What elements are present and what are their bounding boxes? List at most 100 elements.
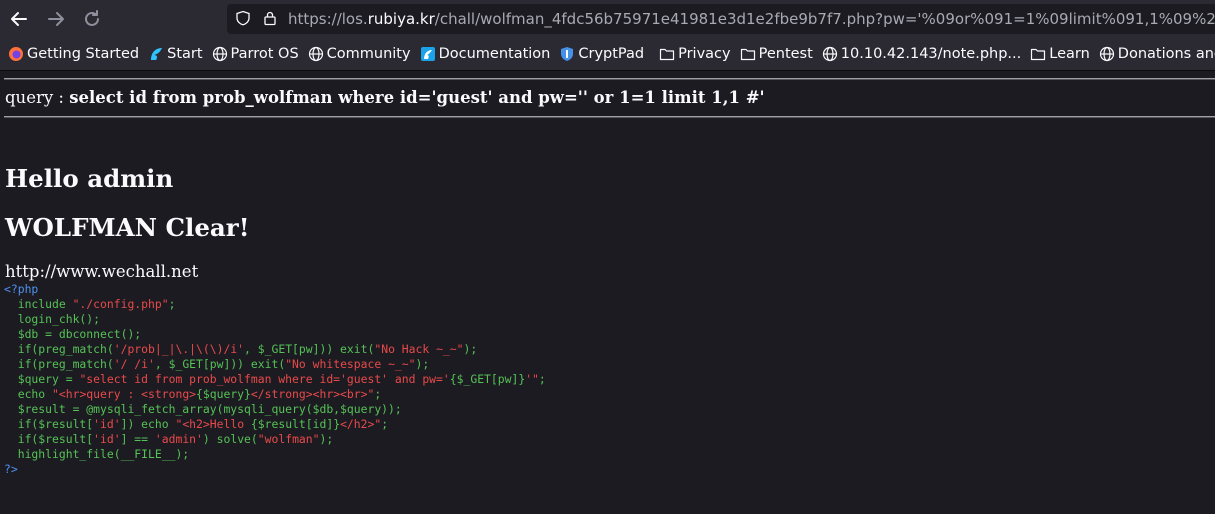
bookmark-item[interactable]: Learn: [1030, 46, 1090, 62]
code-token: if(preg_match(: [4, 342, 114, 356]
code-line: if(preg_match('/prob|_|\.|\(\)/i', $_GET…: [4, 342, 546, 357]
url-prefix: https://los.: [288, 10, 368, 28]
back-button[interactable]: [7, 7, 31, 31]
bookmark-label: Pentest: [758, 46, 813, 62]
folder-icon: [659, 46, 675, 62]
code-token: "<hr>query : <strong>: [52, 387, 197, 401]
code-line: include "./config.php";: [4, 297, 546, 312]
code-token: "./config.php": [72, 297, 169, 311]
bookmark-label: Getting Started: [27, 46, 140, 62]
bookmark-item[interactable]: 10.10.42.143/note.php...: [822, 46, 1021, 62]
reload-button[interactable]: [80, 7, 104, 31]
code-token: $query =: [4, 372, 80, 386]
parrot-icon: [148, 46, 164, 62]
code-line: $result = @mysqli_fetch_array(mysqli_que…: [4, 402, 546, 417]
bookmark-item[interactable]: Donations and Ga: [1099, 46, 1215, 62]
bookmark-label: 10.10.42.143/note.php...: [840, 46, 1022, 62]
clear-heading: WOLFMAN Clear!: [5, 213, 250, 242]
hello-heading: Hello admin: [5, 164, 174, 193]
bookmark-item[interactable]: Community: [308, 46, 411, 62]
code-token: , $_GET[pw])) exit(: [244, 342, 375, 356]
code-token: ] ==: [120, 432, 155, 446]
code-token: 'id': [93, 417, 121, 431]
bookmark-item[interactable]: Privacy: [659, 46, 731, 62]
code-token: ) solve(: [202, 432, 258, 446]
tracking-shield-icon[interactable]: [235, 10, 251, 26]
code-token: if($result[: [4, 432, 94, 446]
bookmark-label: Donations and Ga: [1117, 46, 1215, 62]
code-token: ;: [374, 387, 382, 401]
code-token: "<h2>Hello: [175, 417, 251, 431]
globe-icon: [822, 46, 838, 62]
code-line: login_chk();: [4, 312, 546, 327]
code-token: 'admin': [154, 432, 203, 446]
lock-icon[interactable]: [262, 10, 278, 26]
folder-icon: [740, 46, 756, 62]
code-token: $db = dbconnect();: [4, 327, 142, 341]
code-token: </h2>": [340, 417, 382, 431]
bookmark-label: Community: [326, 46, 411, 62]
bookmark-item[interactable]: Parrot OS: [212, 46, 299, 62]
code-token: '/ /i': [113, 357, 155, 371]
code-token: highlight_file(__FILE__);: [4, 447, 190, 461]
code-token: "No Hack ~_~": [374, 342, 464, 356]
code-token: login_chk();: [4, 312, 101, 326]
bookmark-label: Privacy: [678, 46, 731, 62]
source-code-block: <?php include "./config.php"; login_chk(…: [4, 282, 546, 477]
code-token: ;: [381, 417, 389, 431]
url-path: /chall/wolfman_4fdc56b75971e41981e3d1e2f…: [434, 10, 1215, 28]
code-token: $result = @mysqli_fetch_array(mysqli_que…: [4, 402, 402, 416]
code-token: ?>: [4, 462, 18, 476]
code-token: </strong><hr><br>": [250, 387, 375, 401]
globe-icon: [308, 46, 324, 62]
shield-icon: [559, 46, 575, 62]
code-line: $db = dbconnect();: [4, 327, 546, 342]
parrot-doc-icon: [420, 46, 436, 62]
browser-toolbar: https://los.rubiya.kr/chall/wolfman_4fdc…: [0, 0, 1215, 38]
query-line: query : select id from prob_wolfman wher…: [5, 88, 765, 107]
bookmark-label: Learn: [1049, 46, 1090, 62]
query-label: query :: [5, 88, 70, 107]
wechall-link-text: http://www.wechall.net: [5, 262, 199, 281]
code-line: echo "<hr>query : <strong>{$query}</stro…: [4, 387, 546, 402]
reload-icon: [85, 10, 99, 26]
code-token: "select id from prob_wolfman where id='g…: [79, 372, 450, 386]
code-line: if(preg_match('/ /i', $_GET[pw])) exit("…: [4, 357, 546, 372]
url-text[interactable]: https://los.rubiya.kr/chall/wolfman_4fdc…: [288, 4, 1215, 34]
page-content: query : select id from prob_wolfman wher…: [0, 71, 1215, 514]
code-token: , $_GET[pw])) exit(: [154, 357, 286, 371]
code-token: "No whitespace ~_~": [285, 357, 416, 371]
code-line: $query = "select id from prob_wolfman wh…: [4, 372, 546, 387]
bookmark-label: Documentation: [438, 46, 551, 62]
folder-icon: [1030, 46, 1046, 62]
code-token: '": [525, 372, 539, 386]
code-token: {$query}: [196, 387, 251, 401]
bookmark-item[interactable]: CryptPad: [559, 46, 644, 62]
back-arrow-icon: [11, 12, 27, 26]
code-token: 'id': [93, 432, 121, 446]
code-token: ]) echo: [120, 417, 176, 431]
code-token: '/prob|_|\.|\(\)/i': [113, 342, 245, 356]
code-line: ?>: [4, 462, 546, 477]
bookmark-item[interactable]: Getting Started: [8, 46, 139, 62]
code-line: <?php: [4, 282, 546, 297]
divider: [4, 78, 1215, 80]
forward-button[interactable]: [44, 7, 68, 31]
code-token: {$result[id]}: [250, 417, 341, 431]
forward-arrow-icon: [48, 12, 64, 26]
code-token: ;: [538, 372, 546, 386]
bookmarks-toolbar: Getting Started Start Parrot OS Community Do…: [0, 38, 1215, 71]
code-token: );: [319, 432, 334, 446]
code-token: ;: [168, 297, 176, 311]
url-domain: rubiya.kr: [367, 10, 435, 28]
code-token: if($result[: [4, 417, 94, 431]
code-token: <?php: [4, 282, 39, 296]
bookmark-label: Start: [167, 46, 203, 62]
bookmark-label: CryptPad: [578, 46, 645, 62]
globe-icon: [1099, 46, 1115, 62]
bookmark-item[interactable]: Start: [148, 46, 203, 62]
bookmark-item[interactable]: Documentation: [420, 46, 551, 62]
code-line: highlight_file(__FILE__);: [4, 447, 546, 462]
bookmark-item[interactable]: Pentest: [740, 46, 813, 62]
url-bar[interactable]: https://los.rubiya.kr/chall/wolfman_4fdc…: [227, 4, 1215, 34]
